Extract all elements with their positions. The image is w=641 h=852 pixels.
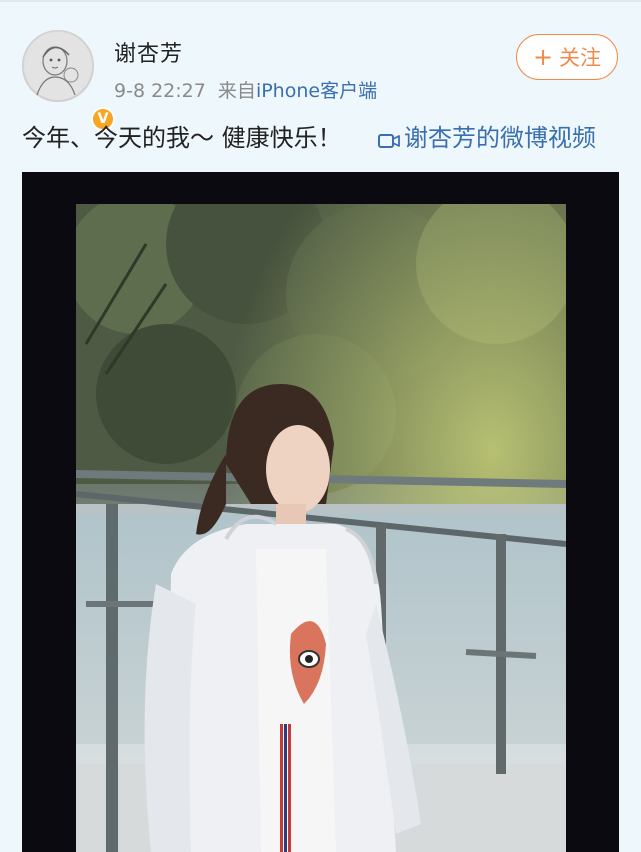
avatar[interactable]: V xyxy=(22,30,115,131)
video-camera-icon xyxy=(378,128,400,148)
post-time: 9-8 22:27 xyxy=(114,80,206,102)
video-frame xyxy=(76,204,566,852)
video-link[interactable]: 谢杏芳的微博视频 xyxy=(378,118,596,153)
post-meta: 9-8 22:27 来自iPhone客户端 xyxy=(114,76,377,103)
video-player[interactable] xyxy=(22,172,619,852)
follow-label: 关注 xyxy=(559,46,602,70)
post-source[interactable]: iPhone客户端 xyxy=(256,80,377,102)
source-prefix: 来自 xyxy=(217,80,256,102)
username[interactable]: 谢杏芳 xyxy=(114,36,183,68)
video-link-label: 谢杏芳的微博视频 xyxy=(404,124,596,152)
follow-button[interactable]: + 关注 xyxy=(516,34,618,80)
plus-icon: + xyxy=(532,43,554,71)
post-header: V 谢杏芳 9-8 22:27 来自iPhone客户端 + 关注 xyxy=(0,0,641,131)
post-text: 今年、今天的我～ 健康快乐！ xyxy=(22,124,342,152)
